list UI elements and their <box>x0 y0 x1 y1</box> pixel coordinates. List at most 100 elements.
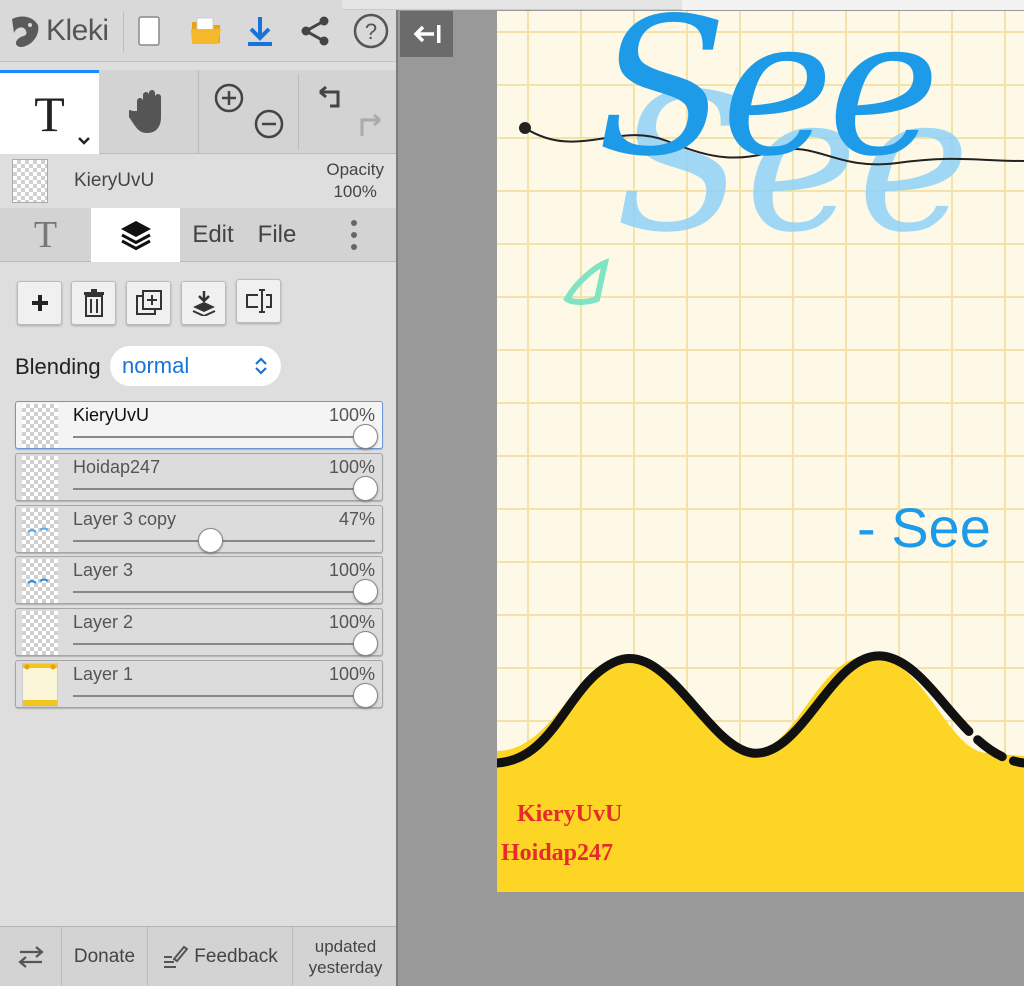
opacity-slider-handle[interactable] <box>353 631 378 656</box>
canvas-title-text: See <box>597 11 940 198</box>
canvas-subtitle-text: - See <box>857 496 991 559</box>
layer-thumbnail-art <box>23 664 57 706</box>
opacity-slider-handle[interactable] <box>353 683 378 708</box>
swap-side-button[interactable] <box>0 927 62 986</box>
opacity-slider-track[interactable] <box>73 695 375 697</box>
opacity-slider-handle[interactable] <box>353 476 378 501</box>
layer-name: Hoidap247 <box>73 457 161 477</box>
redo-icon <box>360 113 381 136</box>
collapse-arrow-icon <box>413 25 440 43</box>
layer-item[interactable]: Layer 3 copy 47% <box>15 505 383 553</box>
layer-item[interactable]: Layer 2 100% <box>15 608 383 656</box>
opacity-slider-track[interactable] <box>73 436 375 438</box>
layer-thumbnail-art <box>27 578 49 584</box>
undo-button[interactable] <box>310 80 350 120</box>
layers-icon <box>120 221 151 251</box>
redo-button[interactable] <box>350 106 390 146</box>
current-layer-name: KieryUvU <box>74 170 155 191</box>
layer-thumbnail <box>22 508 58 552</box>
add-layer-icon <box>31 295 48 311</box>
layer-thumbnail <box>22 663 58 707</box>
opacity-slider-track[interactable] <box>73 488 375 490</box>
browser-top-strip <box>342 0 1024 10</box>
rename-layer-button[interactable] <box>236 279 281 323</box>
download-button[interactable] <box>240 0 280 62</box>
layer-thumbnail-art <box>27 527 49 533</box>
opacity-slider-handle[interactable] <box>353 424 378 449</box>
layer-opacity: 100% <box>328 664 375 684</box>
blending-mode-select[interactable]: normal <box>110 346 281 386</box>
bottom-bar: Donate Feedback updated yesterday <box>0 926 396 986</box>
more-vertical-icon <box>351 220 357 250</box>
new-image-button[interactable] <box>130 0 168 62</box>
layer-item[interactable]: Layer 3 100% <box>15 556 383 604</box>
line-dot <box>519 122 531 134</box>
opacity-slider-track[interactable] <box>73 540 375 542</box>
collapse-sidebar-button[interactable] <box>400 11 453 57</box>
help-icon: ? <box>353 13 389 49</box>
open-image-button[interactable] <box>184 0 228 62</box>
layer-opacity: 100% <box>328 560 375 580</box>
zoom-in-button[interactable] <box>212 78 246 118</box>
opacity-slider-track[interactable] <box>73 591 375 593</box>
layer-thumbnail <box>22 404 58 448</box>
credit-text-2: Hoidap247 <box>501 840 614 866</box>
credit-text-1: KieryUvU <box>517 801 623 827</box>
updated-line-1: updated <box>314 937 377 956</box>
share-button[interactable] <box>295 0 335 62</box>
opacity-slider-track[interactable] <box>73 643 375 645</box>
layer-item[interactable]: Hoidap247 100% <box>15 453 383 501</box>
hand-tool-icon <box>128 90 161 133</box>
text-tab-icon: T <box>33 214 58 256</box>
opacity-value: 100% <box>333 182 377 201</box>
teal-scribble <box>563 258 610 305</box>
feedback-icon <box>164 945 189 968</box>
tab-file[interactable]: File <box>248 208 306 262</box>
more-menu-button[interactable] <box>334 208 374 262</box>
app-name: Kleki <box>46 14 109 47</box>
layer-name: Layer 2 <box>73 612 134 632</box>
changelog-link[interactable]: updated yesterday <box>293 927 396 986</box>
new-image-icon <box>138 16 160 46</box>
add-layer-button[interactable] <box>17 281 62 325</box>
tool-divider <box>298 74 299 150</box>
delete-layer-button[interactable] <box>71 281 116 325</box>
layer-item[interactable]: KieryUvU 100% <box>15 401 383 449</box>
updated-line-2: yesterday <box>308 958 383 977</box>
feedback-link[interactable]: Feedback <box>148 927 293 986</box>
donate-link[interactable]: Donate <box>62 927 148 986</box>
tab-layers[interactable] <box>91 208 180 262</box>
layer-name: KieryUvU <box>73 405 150 425</box>
tool-row: T <box>0 70 396 154</box>
rename-layer-icon <box>245 289 272 313</box>
layer-opacity: 100% <box>328 457 375 477</box>
zoom-in-icon <box>214 83 244 113</box>
current-layer-opacity: Opacity 100% <box>326 159 384 203</box>
zoom-out-button[interactable] <box>252 104 286 144</box>
hand-tool-button[interactable] <box>99 70 199 154</box>
layer-thumbnail <box>22 611 58 655</box>
current-layer-info: KieryUvU Opacity 100% <box>0 155 396 207</box>
download-icon <box>248 17 272 46</box>
sidebar: Kleki ? T KieryUvU Opacity 100% T Edit F… <box>0 0 398 986</box>
text-tool-button[interactable]: T <box>0 70 99 154</box>
panel-tabs: T Edit File <box>0 208 396 262</box>
duplicate-layer-button[interactable] <box>126 281 171 325</box>
opacity-slider-handle[interactable] <box>198 528 224 553</box>
tab-edit[interactable]: Edit <box>183 208 243 262</box>
layer-thumbnail <box>22 559 58 603</box>
kleki-bird-icon <box>12 16 39 47</box>
layer-item[interactable]: Layer 1 100% <box>15 660 383 708</box>
tab-tool-settings[interactable]: T <box>0 208 91 262</box>
layer-opacity: 100% <box>328 612 375 632</box>
opacity-slider-handle[interactable] <box>353 579 378 604</box>
undo-icon <box>319 85 340 108</box>
drawing-canvas[interactable]: See See - See KieryUvU Hoidap247 <box>497 11 1024 892</box>
zoom-out-icon <box>254 109 284 139</box>
kleki-logo[interactable]: Kleki <box>8 0 122 62</box>
top-toolbar: Kleki ? <box>0 0 396 62</box>
chevron-down-icon <box>78 137 90 145</box>
merge-down-button[interactable] <box>181 281 226 325</box>
delete-layer-icon <box>83 289 104 317</box>
share-icon <box>301 16 329 46</box>
